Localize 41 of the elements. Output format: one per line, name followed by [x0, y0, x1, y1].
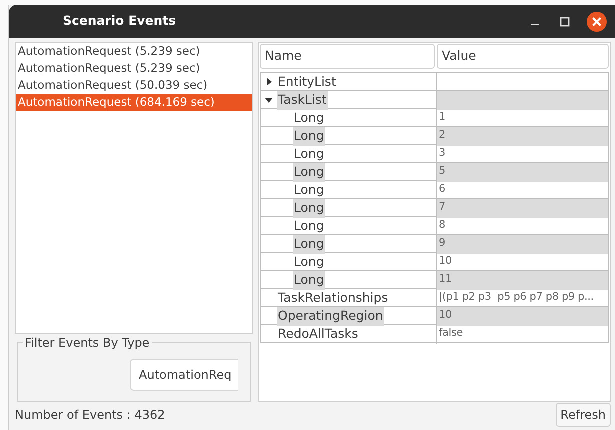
- event-item[interactable]: AutomationRequest (5.239 sec): [16, 43, 252, 60]
- property-value: 8: [438, 218, 446, 233]
- property-name: Long: [293, 216, 326, 235]
- property-value: 2: [437, 126, 608, 146]
- column-header[interactable]: Name: [260, 44, 435, 69]
- property-name: Long: [293, 162, 326, 182]
- property-value: 7: [437, 198, 608, 218]
- property-value: 5: [437, 162, 608, 182]
- refresh-button[interactable]: Refresh: [556, 403, 611, 427]
- property-value: false: [438, 326, 464, 341]
- property-name: Long: [293, 108, 326, 127]
- property-name: Long: [293, 180, 326, 199]
- property-name: Long: [293, 198, 326, 218]
- event-count: Number of Events : 4362: [15, 407, 166, 424]
- close-icon[interactable]: [587, 12, 607, 32]
- property-name: Long: [293, 234, 326, 254]
- window-title: Scenario Events: [63, 12, 178, 30]
- property-name: Long: [293, 252, 326, 271]
- filter-field[interactable]: AutomationReq: [130, 359, 238, 391]
- property-value: 9: [437, 234, 608, 254]
- property-name: RedoAllTasks: [277, 324, 360, 343]
- property-name: Long: [293, 126, 326, 146]
- property-value: 6: [438, 182, 446, 197]
- property-name: TaskList: [277, 90, 328, 110]
- event-item[interactable]: AutomationRequest (5.239 sec): [16, 60, 252, 77]
- property-value: 11: [437, 270, 608, 290]
- property-name: Long: [293, 144, 326, 163]
- event-item[interactable]: AutomationRequest (50.039 sec): [16, 77, 252, 94]
- event-item[interactable]: AutomationRequest (684.169 sec): [16, 94, 252, 111]
- property-value: 10: [438, 254, 453, 269]
- collapse-icon[interactable]: [265, 96, 273, 104]
- property-value: 10: [437, 306, 608, 326]
- property-name: EntityList: [277, 72, 338, 91]
- property-value: 1: [438, 110, 446, 125]
- property-name: OperatingRegion: [277, 306, 384, 326]
- expand-icon[interactable]: [265, 78, 273, 86]
- property-value: 3: [438, 146, 446, 161]
- property-value: |(p1 p2 p3 p5 p6 p7 p8 p9 p...: [438, 290, 595, 305]
- property-name: Long: [293, 270, 326, 290]
- property-name: TaskRelationships: [277, 288, 390, 307]
- column-header[interactable]: Value: [437, 44, 609, 69]
